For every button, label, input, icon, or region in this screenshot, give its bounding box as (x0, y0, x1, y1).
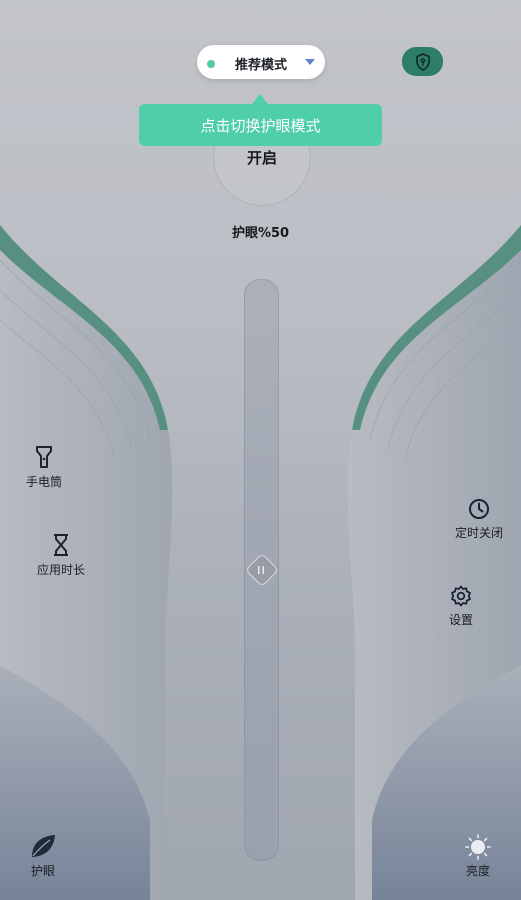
settings-button[interactable]: 设置 (444, 585, 478, 628)
eye-care-screen: 推荐模式 开启 点击切换护眼模式 护眼%50 手电筒 应用时长 定时关闭 设置 … (0, 0, 521, 900)
eye-protection-percent: 护眼%50 (231, 226, 290, 241)
sun-icon (462, 833, 494, 861)
flashlight-label: 手电筒 (25, 475, 62, 489)
nav-brightness-label: 亮度 (465, 864, 490, 878)
app-usage-button[interactable]: 应用时长 (30, 533, 92, 578)
leaf-icon (24, 833, 62, 859)
pause-grip-icon (258, 566, 264, 574)
power-label: 开启 (246, 149, 277, 167)
mode-status-dot (207, 60, 215, 68)
app-usage-label: 应用时长 (36, 563, 85, 577)
clock-icon (450, 498, 508, 520)
tooltip-text: 点击切换护眼模式 (200, 116, 321, 135)
chevron-down-icon (305, 59, 315, 65)
nav-brightness[interactable]: 亮度 (462, 833, 494, 879)
mode-selector-label: 推荐模式 (235, 58, 288, 73)
gear-icon (444, 585, 478, 607)
timer-off-button[interactable]: 定时关闭 (450, 498, 508, 541)
settings-label: 设置 (448, 613, 473, 627)
tooltip-arrow (252, 94, 268, 104)
nav-eye-care-label: 护眼 (30, 864, 55, 878)
flashlight-icon (20, 445, 68, 469)
mode-switch-tooltip: 点击切换护眼模式 (139, 104, 382, 146)
hourglass-icon (30, 533, 92, 557)
flashlight-button[interactable]: 手电筒 (20, 445, 68, 490)
timer-off-label: 定时关闭 (454, 526, 503, 540)
shield-icon (415, 52, 431, 71)
mode-selector[interactable]: 推荐模式 (197, 45, 325, 79)
shield-button[interactable] (402, 47, 443, 76)
nav-eye-care[interactable]: 护眼 (24, 833, 62, 879)
